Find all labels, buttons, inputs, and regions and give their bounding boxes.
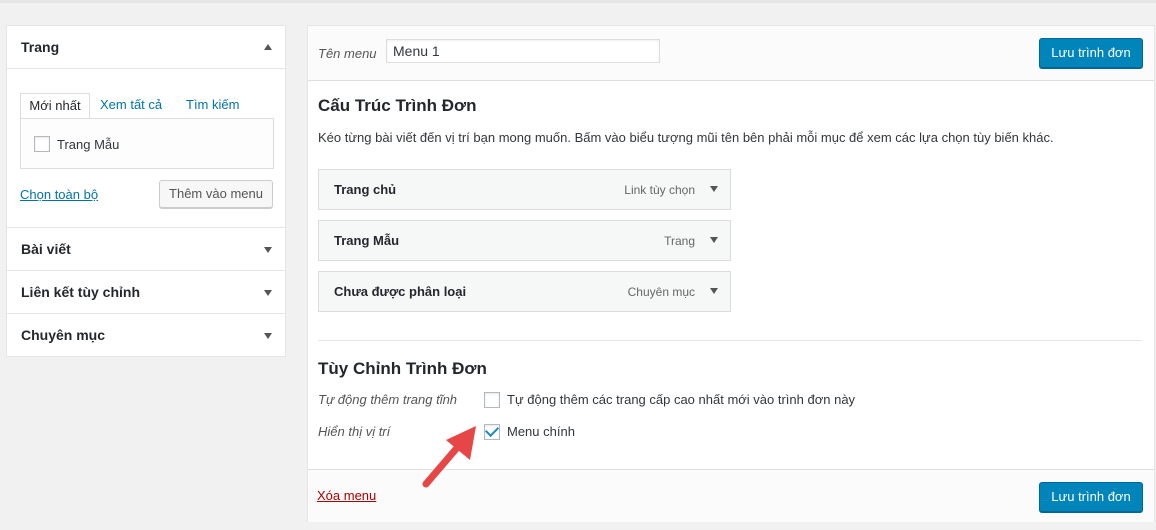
page-checkbox-label: Trang Mẫu	[57, 137, 120, 152]
pages-accordion: Trang Mới nhất Xem tất cả Tìm kiếm Trang…	[6, 25, 286, 357]
select-all-link[interactable]: Chọn toàn bộ	[20, 187, 98, 202]
auto-add-label: Tự động thêm trang tĩnh	[318, 392, 458, 407]
menu-structure-title: Cấu Trúc Trình Đơn	[318, 96, 477, 115]
tab-search[interactable]: Tìm kiếm	[186, 93, 239, 117]
menu-editor-header: Tên menu Lưu trình đơn	[308, 26, 1154, 81]
accordion-custom-links-title: Liên kết tùy chỉnh	[21, 284, 141, 300]
accordion-categories-title: Chuyên mục	[21, 327, 106, 343]
menu-item[interactable]: Trang Mẫu Trang	[318, 220, 731, 261]
menu-item-type: Chuyên mục	[627, 285, 695, 299]
pages-tab-panel: Trang Mẫu	[20, 118, 274, 169]
section-divider	[318, 340, 1142, 341]
display-location-label: Hiển thị vị trí	[318, 424, 391, 439]
tab-view-all[interactable]: Xem tất cả	[100, 93, 162, 117]
primary-menu-checkbox[interactable]	[484, 422, 500, 440]
annotation-arrow-icon	[422, 426, 476, 488]
menu-item-title: Trang chủ	[334, 182, 397, 197]
auto-add-checkbox[interactable]	[484, 392, 500, 408]
expand-item-arrow-icon[interactable]	[710, 186, 718, 192]
menu-item-title: Trang Mẫu	[334, 233, 400, 248]
accordion-posts[interactable]: Bài viết	[7, 227, 285, 270]
menu-structure-description: Kéo từng bài viết đến vị trí bạn mong mu…	[318, 130, 1054, 145]
accordion-custom-links[interactable]: Liên kết tùy chỉnh	[7, 270, 285, 313]
menu-item-type: Link tùy chọn	[624, 183, 695, 197]
expand-item-arrow-icon[interactable]	[710, 237, 718, 243]
menu-item-type: Trang	[664, 234, 695, 248]
checkmark-icon	[484, 422, 500, 438]
top-border	[0, 0, 1156, 3]
pages-accordion-body: Mới nhất Xem tất cả Tìm kiếm Trang Mẫu C…	[7, 69, 285, 227]
add-items-column: Trang Mới nhất Xem tất cả Tìm kiếm Trang…	[6, 25, 286, 357]
tab-most-recent[interactable]: Mới nhất	[20, 93, 90, 119]
accordion-posts-title: Bài viết	[21, 241, 71, 257]
expand-arrow-icon[interactable]	[264, 247, 272, 253]
primary-menu-text: Menu chính	[507, 424, 575, 439]
expand-arrow-icon[interactable]	[264, 290, 272, 296]
menu-item[interactable]: Trang chủ Link tùy chọn	[318, 169, 731, 210]
menu-item[interactable]: Chưa được phân loại Chuyên mục	[318, 271, 731, 312]
pages-accordion-header[interactable]: Trang	[7, 26, 285, 69]
save-menu-button-bottom[interactable]: Lưu trình đơn	[1039, 482, 1143, 512]
auto-add-text: Tự động thêm các trang cấp cao nhất mới …	[507, 392, 856, 407]
expand-item-arrow-icon[interactable]	[710, 288, 718, 294]
save-menu-button-top[interactable]: Lưu trình đơn	[1039, 38, 1143, 68]
menu-item-title: Chưa được phân loại	[334, 284, 467, 299]
menu-name-input[interactable]	[386, 39, 660, 63]
accordion-categories[interactable]: Chuyên mục	[7, 313, 285, 356]
expand-arrow-icon[interactable]	[264, 333, 272, 339]
page-checkbox[interactable]	[34, 136, 50, 152]
add-to-menu-button[interactable]: Thêm vào menu	[159, 180, 273, 208]
collapse-arrow-icon[interactable]	[264, 44, 272, 50]
menu-settings-title: Tùy Chỉnh Trình Đơn	[318, 359, 487, 378]
pages-accordion-title: Trang	[21, 39, 60, 55]
menu-name-label: Tên menu	[318, 46, 377, 61]
delete-menu-link[interactable]: Xóa menu	[317, 488, 376, 503]
